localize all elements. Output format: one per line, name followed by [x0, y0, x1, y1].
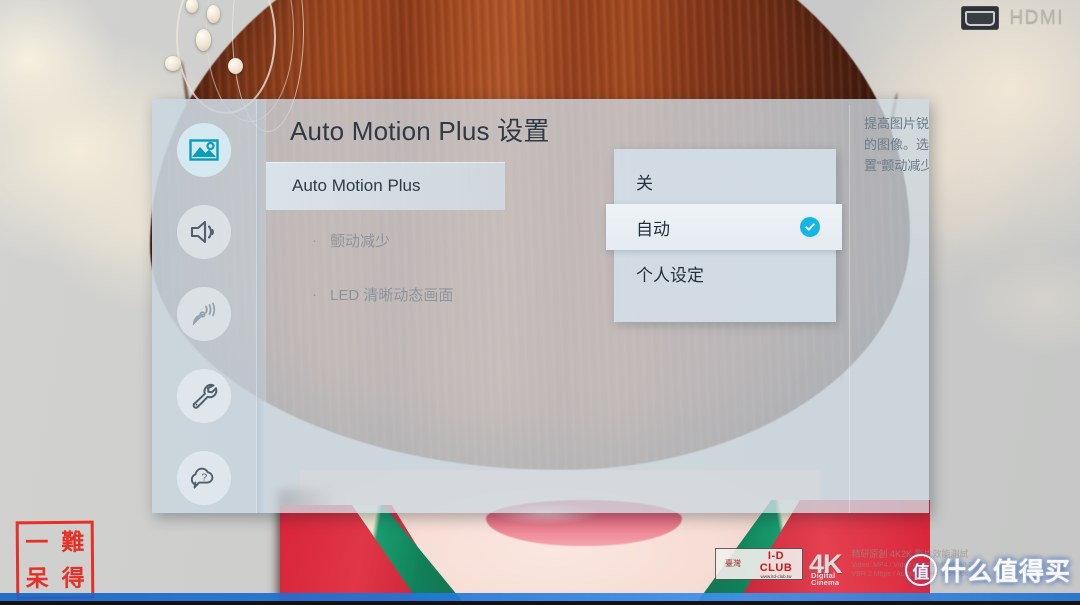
resolution-logo-sub: Digital Cinema: [811, 570, 840, 587]
club-url: www.itd-club.tw: [760, 573, 792, 579]
menu-item-auto-motion-plus[interactable]: Auto Motion Plus: [266, 162, 505, 210]
club-sub: CLUB: [759, 561, 793, 574]
settings-menu-list: Auto Motion Plus · 颤动减少 · LED 清晰动态画面: [266, 162, 505, 318]
settings-content: Auto Motion Plus 设置 Auto Motion Plus · 颤…: [266, 99, 929, 513]
bottom-black-bar: [0, 601, 1080, 605]
auto-motion-plus-dropdown: 关 自动 个人设定: [606, 149, 842, 322]
source-indicator: HDMI: [961, 6, 1064, 30]
dropdown-option-off[interactable]: 关: [614, 158, 836, 204]
tv-screen: 臺灣 I-D CLUB www.itd-club.tw 4K Digital C…: [0, 0, 1080, 605]
sidebar-item-general[interactable]: [177, 369, 231, 423]
settings-panel: ? Auto Motion Plus 设置 Auto Motion Plus ·…: [152, 99, 929, 513]
hdmi-port-slot: [965, 10, 996, 26]
menu-subitem-led-clear-motion: · LED 清晰动态画面: [266, 270, 505, 318]
photo-hairpin-bead: [196, 29, 211, 51]
sidebar-item-support[interactable]: ?: [177, 451, 231, 505]
seal-char: 一: [25, 528, 49, 556]
bullet-icon: ·: [312, 285, 317, 303]
region-badge-text: 臺灣: [716, 549, 750, 579]
seal-char: 得: [61, 564, 85, 592]
club-name: I-D: [767, 549, 785, 562]
sidebar-item-broadcast[interactable]: [177, 287, 231, 341]
sidebar-item-picture[interactable]: [177, 123, 231, 177]
seal-char: 難: [61, 528, 85, 556]
photo-hairpin-bead: [165, 56, 181, 71]
wrench-icon: [189, 382, 219, 410]
club-badge: I-D CLUB www.itd-club.tw: [750, 549, 802, 579]
hdmi-label: HDMI: [1009, 7, 1064, 28]
check-icon: [800, 217, 820, 237]
antenna-icon: [189, 300, 219, 328]
picture-icon: [189, 138, 219, 162]
dropdown-option-custom[interactable]: 个人设定: [614, 250, 836, 296]
menu-subitem-label: LED 清晰动态画面: [330, 286, 454, 304]
svg-text:?: ?: [201, 472, 207, 484]
region-badge-icon: 臺灣 I-D CLUB www.itd-club.tw: [715, 548, 803, 580]
dropdown-option-label: 自动: [636, 219, 670, 239]
speaker-icon: [189, 219, 219, 245]
dropdown-option-auto[interactable]: 自动: [606, 204, 842, 250]
hdmi-port-icon: [961, 6, 1000, 30]
bottom-blue-bar: [0, 593, 1080, 601]
menu-subitem-judder-reduction: · 颤动减少: [266, 216, 505, 264]
watermark-logo: 值: [905, 554, 937, 586]
page-title: Auto Motion Plus 设置: [290, 116, 550, 146]
dropdown-option-label: 个人设定: [636, 265, 704, 285]
resolution-logo: 4K Digital Cinema: [809, 550, 846, 586]
site-watermark: 值 什么值得买: [905, 552, 1071, 588]
menu-subitem-label: 颤动减少: [330, 232, 391, 250]
settings-sidebar: ?: [152, 99, 257, 513]
seal-stamp: 一 難 呆 得: [15, 520, 95, 600]
help-text: 提高图片锐度以优化快速运动的图像。选择“自定义”可配置“颤动减少”。: [864, 116, 929, 174]
bullet-icon: ·: [312, 231, 317, 249]
menu-item-label: Auto Motion Plus: [292, 176, 421, 195]
watermark-text: 什么值得买: [941, 558, 1072, 586]
photo-hairpin-bead: [228, 58, 243, 74]
seal-char: 呆: [25, 564, 49, 592]
panel-divider: [257, 99, 266, 513]
dropdown-option-label: 关: [636, 173, 653, 193]
sidebar-item-sound[interactable]: [177, 205, 231, 259]
help-cloud-icon: ?: [189, 465, 219, 491]
photo-hairpin-bead: [207, 5, 220, 23]
help-panel: 提高图片锐度以优化快速运动的图像。选择“自定义”可配置“颤动减少”。: [849, 105, 929, 513]
